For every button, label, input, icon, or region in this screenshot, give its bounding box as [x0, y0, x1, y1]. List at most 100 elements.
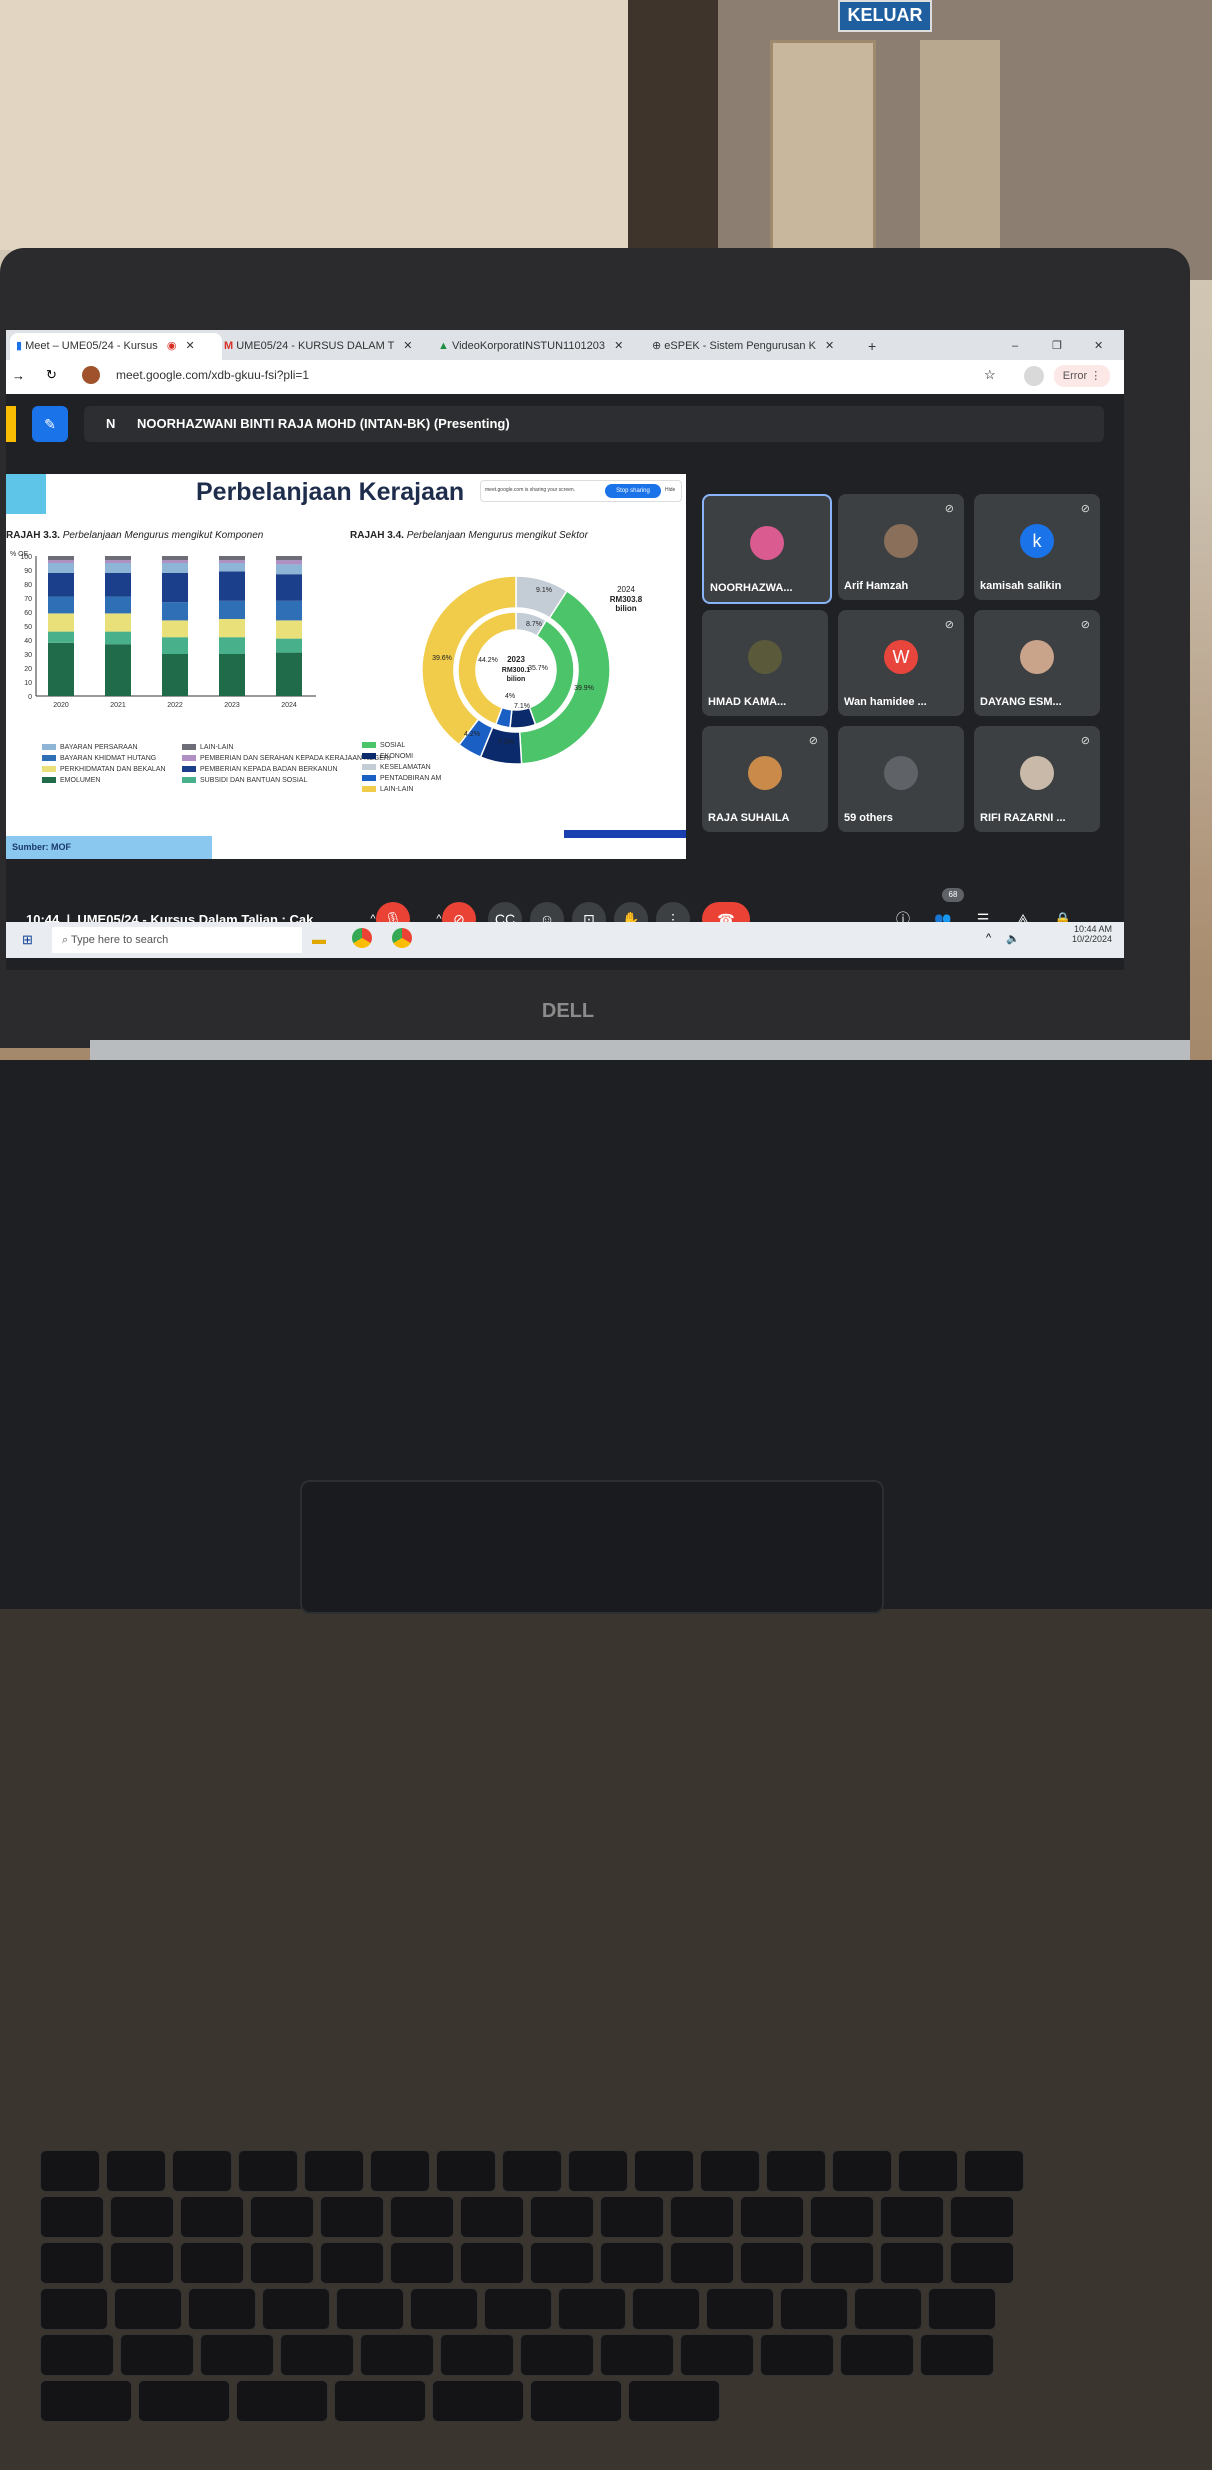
keyboard-key: [832, 2150, 892, 2192]
participant-name: DAYANG ESM...: [980, 696, 1062, 708]
participant-tile[interactable]: W ⊘ Wan hamidee ...: [838, 610, 964, 716]
close-icon[interactable]: ✕: [403, 340, 412, 352]
participant-tile[interactable]: HMAD KAMA...: [702, 610, 828, 716]
keyboard-key: [600, 2196, 664, 2238]
keyboard-key: [530, 2380, 622, 2422]
minimize-icon[interactable]: –: [1012, 333, 1032, 360]
keyboard-key: [110, 2242, 174, 2284]
url-text[interactable]: meet.google.com/xdb-gkuu-fsi?pli=1: [116, 368, 309, 382]
tab-label: UME05/24 - KURSUS DALAM T: [236, 340, 395, 352]
keyboard-key: [920, 2334, 994, 2376]
restore-icon[interactable]: ❐: [1052, 333, 1072, 360]
tab-label: Meet – UME05/24 - Kursus: [25, 340, 158, 352]
bar-segment: [105, 572, 131, 597]
slice-label: 8.7%: [526, 621, 542, 628]
slide-title: Perbelanjaan Kerajaan: [196, 478, 465, 506]
keyboard-key: [558, 2288, 626, 2330]
legend-swatch: [42, 777, 56, 784]
legend-label: BAYARAN KHIDMAT HUTANG: [60, 755, 157, 762]
muted-mic-icon: ⊘: [1080, 503, 1090, 515]
keyboard-key: [670, 2196, 734, 2238]
y-tick-label: 90: [24, 568, 32, 575]
whiteboard-icon[interactable]: ✎: [32, 406, 68, 442]
participant-tile[interactable]: ⊘ RAJA SUHAILA: [702, 726, 828, 832]
reload-icon[interactable]: ↻: [46, 367, 57, 383]
close-window-icon[interactable]: ✕: [1094, 333, 1114, 360]
close-icon[interactable]: ✕: [614, 340, 623, 352]
bar-segment: [162, 572, 188, 603]
slice-label: 44.2%: [478, 657, 498, 664]
keyboard-key: [180, 2196, 244, 2238]
bar-segment: [48, 556, 74, 561]
legend-label: SUBSIDI DAN BANTUAN SOSIAL: [200, 777, 308, 784]
legend-label: SOSIAL: [380, 742, 406, 749]
tray-chevron-icon[interactable]: ^: [986, 932, 991, 944]
legend-label: PENTADBIRAN AM: [380, 775, 442, 782]
bar-segment: [48, 596, 74, 614]
site-info-icon[interactable]: [82, 366, 100, 384]
close-icon[interactable]: ✕: [825, 340, 834, 352]
keyboard-key: [236, 2380, 328, 2422]
bookmark-star-icon[interactable]: ☆: [984, 367, 996, 383]
legend-item: LAIN-LAIN: [182, 744, 233, 751]
outer-ring-year: 2024: [617, 585, 635, 594]
y-tick-label: 0: [28, 694, 32, 701]
globe-icon: ⊕: [652, 340, 662, 352]
keyboard-key: [432, 2380, 524, 2422]
profile-icon[interactable]: [1024, 366, 1044, 386]
caption-bold: RAJAH 3.3.: [6, 530, 60, 541]
stop-sharing-button[interactable]: Stop sharing: [605, 484, 661, 498]
keyboard-key: [200, 2334, 274, 2376]
meet-view: ✎ N NOORHAZWANI BINTI RAJA MOHD (INTAN-B…: [6, 394, 1124, 970]
keyboard-key: [950, 2242, 1014, 2284]
left-chart-caption: RAJAH 3.3. Perbelanjaan Mengurus mengiku…: [6, 530, 263, 541]
legend-swatch: [362, 742, 376, 749]
windows-taskbar: ⊞ ⌕ Type here to search ▬ ^ 🔈 10:44 AM 1…: [6, 922, 1124, 958]
tab-meet[interactable]: ▮ Meet – UME05/24 - Kursus ◉ ✕: [10, 333, 222, 360]
taskbar-clock[interactable]: 10:44 AM 10/2/2024: [1036, 924, 1112, 944]
taskbar-search[interactable]: ⌕ Type here to search: [52, 927, 302, 953]
presenter-initial: N: [106, 416, 116, 431]
chrome-profile-icon[interactable]: [392, 928, 412, 948]
new-tab-button[interactable]: +: [868, 333, 888, 360]
exit-sign: KELUAR: [838, 0, 932, 32]
participant-tile[interactable]: 59 others: [838, 726, 964, 832]
x-tick-label: 2020: [53, 702, 69, 709]
close-icon[interactable]: ✕: [186, 340, 195, 352]
slide-footer-bar: [564, 830, 686, 838]
tab-drive[interactable]: ▲ VideoKorporatINSTUN1101203 ✕: [438, 333, 644, 360]
keyboard-key: [810, 2242, 874, 2284]
chrome-icon[interactable]: [352, 928, 372, 948]
participant-tile[interactable]: k ⊘ kamisah salikin: [974, 494, 1100, 600]
error-button[interactable]: Error ⋮: [1054, 365, 1110, 387]
tab-gmail[interactable]: M UME05/24 - KURSUS DALAM T ✕: [224, 333, 430, 360]
avatar: [750, 526, 784, 560]
bar-segment: [276, 560, 302, 565]
tab-espek[interactable]: ⊕ eSPEK - Sistem Pengurusan K ✕: [652, 333, 858, 360]
forward-icon[interactable]: →: [12, 368, 25, 383]
participant-tile[interactable]: ⊘ RIFI RAZARNI ...: [974, 726, 1100, 832]
participant-name: Wan hamidee ...: [844, 696, 927, 708]
avatar: [748, 756, 782, 790]
windows-start-icon[interactable]: ⊞: [22, 932, 33, 948]
participant-tile[interactable]: ⊘ Arif Hamzah: [838, 494, 964, 600]
bar-segment: [162, 556, 188, 561]
bar-segment: [276, 652, 302, 696]
hide-button[interactable]: Hide: [665, 487, 675, 493]
keyboard-key: [334, 2380, 426, 2422]
participant-tile[interactable]: NOORHAZWA...: [702, 494, 832, 604]
keyboard-key: [390, 2242, 454, 2284]
keyboard-key: [700, 2150, 760, 2192]
address-bar: → ↻ meet.google.com/xdb-gkuu-fsi?pli=1 ☆…: [6, 360, 1124, 395]
file-explorer-icon[interactable]: ▬: [312, 931, 326, 947]
bar-segment: [276, 600, 302, 621]
keyboard-key: [740, 2242, 804, 2284]
y-tick-label: 100: [20, 554, 32, 561]
donut-center-unit: bilion: [507, 676, 526, 683]
participant-tile[interactable]: ⊘ DAYANG ESM...: [974, 610, 1100, 716]
volume-icon[interactable]: 🔈: [1006, 932, 1020, 945]
bar-segment: [105, 644, 131, 696]
y-tick-label: 50: [24, 624, 32, 631]
keyboard-key: [854, 2288, 922, 2330]
muted-mic-icon: ⊘: [944, 619, 954, 631]
